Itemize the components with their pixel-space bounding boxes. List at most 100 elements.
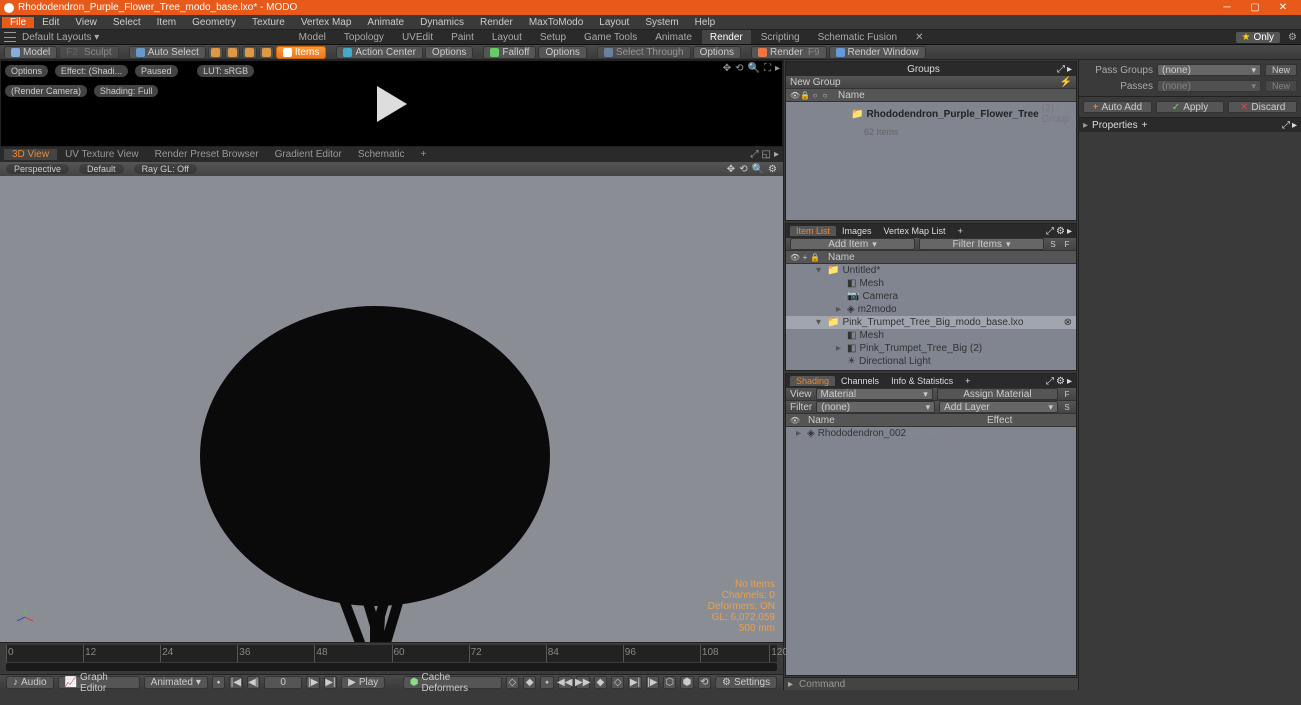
settings-button[interactable]: ⚙Settings — [715, 676, 777, 689]
discard-button[interactable]: ✕Discard — [1228, 101, 1297, 113]
panel-expand-icon[interactable]: ⤢ — [1282, 120, 1290, 131]
select-mode-3[interactable] — [242, 46, 257, 59]
grapheditor-button[interactable]: 📈Graph Editor — [58, 676, 140, 689]
model-button[interactable]: Model — [4, 46, 57, 59]
panel-expand-icon[interactable]: ⤢ — [1057, 64, 1065, 75]
frame-field[interactable]: 0 — [264, 676, 303, 689]
tab-scripting[interactable]: Scripting — [753, 30, 808, 44]
preview-lut[interactable]: LUT: sRGB — [197, 65, 254, 77]
menu-system[interactable]: System — [637, 17, 686, 28]
menu-layout[interactable]: Layout — [591, 17, 637, 28]
menu-item[interactable]: Item — [149, 17, 184, 28]
item-camera[interactable]: 📷Camera — [786, 290, 1076, 303]
menu-icon[interactable]: ▸ — [775, 63, 780, 74]
passes-dropdown[interactable]: (none) — [1157, 80, 1261, 92]
panel-close-icon[interactable]: ▸ — [1067, 226, 1072, 237]
options-button-2[interactable]: Options — [538, 46, 586, 59]
props-expand-icon[interactable]: ▸ — [1083, 120, 1088, 131]
tab-render[interactable]: Render — [702, 30, 751, 44]
apply-button[interactable]: ✓Apply — [1156, 101, 1225, 113]
item-mesh[interactable]: ◧Mesh — [786, 329, 1076, 342]
rotate-icon[interactable]: ⟲ — [735, 63, 743, 74]
gear-icon[interactable]: ⚙ — [1288, 32, 1297, 43]
search-s-icon[interactable]: S — [1062, 402, 1072, 412]
panel-expand-icon[interactable]: ⤢ — [1046, 376, 1054, 387]
options-button-1[interactable]: Options — [425, 46, 473, 59]
timeline-ruler[interactable]: 0 12 24 36 48 60 72 84 96 108 120 — [6, 645, 777, 662]
preview-camera[interactable]: (Render Camera) — [5, 85, 87, 97]
falloff-button[interactable]: Falloff — [483, 46, 536, 59]
item-m2modo[interactable]: ▸◈m2modo — [786, 303, 1076, 316]
close-view-icon[interactable]: ▸ — [774, 149, 779, 160]
vp-zoom-icon[interactable]: 🔍 — [752, 164, 764, 175]
item-pink-trumpet-tree-big-modo-base-lxo[interactable]: ▾📁Pink_Trumpet_Tree_Big_modo_base.lxo⊗ — [786, 316, 1076, 329]
viewport-default[interactable]: Default — [79, 164, 124, 174]
tab-paint[interactable]: Paint — [443, 30, 482, 44]
animated-dropdown[interactable]: Animated ▾ — [144, 676, 208, 689]
expand-icon[interactable]: ⛶ — [764, 63, 771, 74]
key-icon-6[interactable]: ◆ — [594, 676, 607, 689]
options-button-3[interactable]: Options — [693, 46, 741, 59]
passgroups-dropdown[interactable]: (none) — [1157, 64, 1261, 76]
preview-paused[interactable]: Paused — [135, 65, 178, 77]
vtab-schematic[interactable]: Schematic — [350, 149, 413, 160]
menu-geometry[interactable]: Geometry — [184, 17, 244, 28]
menu-select[interactable]: Select — [105, 17, 149, 28]
close-button[interactable]: ✕ — [1269, 0, 1297, 15]
autoadd-button[interactable]: +Auto Add — [1083, 101, 1152, 113]
goto-end-icon[interactable]: ▶| — [324, 676, 337, 689]
panel-expand-icon[interactable]: ⤢ — [1046, 226, 1054, 237]
panel-gear-icon[interactable]: ⚙ — [1056, 376, 1065, 387]
key-icon-4[interactable]: ◀◀ — [558, 676, 572, 689]
material-item[interactable]: ▸ ◈ Rhododendron_002 (Material) — [786, 427, 1076, 440]
filteritems-dropdown[interactable]: Filter Items — [919, 238, 1044, 250]
preview-effect[interactable]: Effect: (Shadi... — [55, 65, 128, 77]
axis-gizmo[interactable] — [15, 607, 35, 627]
vtab-3dview[interactable]: 3D View — [4, 149, 57, 160]
ptab-channels[interactable]: Channels — [835, 376, 885, 386]
viewport-raygl[interactable]: Ray GL: Off — [134, 164, 197, 174]
item-untitled-[interactable]: ▾📁Untitled* — [786, 264, 1076, 277]
renderwindow-button[interactable]: Render Window — [829, 46, 926, 59]
minimize-button[interactable]: ─ — [1213, 0, 1241, 15]
ptab-info[interactable]: Info & Statistics — [885, 376, 959, 386]
eye-icon[interactable]: 👁 — [790, 252, 800, 262]
eye-icon[interactable]: 👁 — [790, 90, 800, 100]
panel-close-icon[interactable]: ▸ — [1067, 64, 1072, 75]
key-icon-12[interactable]: ⟲ — [698, 676, 711, 689]
vtab-add[interactable]: + — [413, 149, 435, 160]
tab-setup[interactable]: Setup — [532, 30, 574, 44]
move-icon[interactable]: ✥ — [723, 63, 731, 74]
preview-shading[interactable]: Shading: Full — [94, 85, 159, 97]
key-icon-5[interactable]: ▶▶ — [576, 676, 590, 689]
key-icon-8[interactable]: ▶| — [628, 676, 641, 689]
vtab-renderpreset[interactable]: Render Preset Browser — [147, 149, 267, 160]
menu-help[interactable]: Help — [687, 17, 724, 28]
default-layouts-dropdown[interactable]: Default Layouts ▾ — [22, 32, 99, 43]
tab-gametools[interactable]: Game Tools — [576, 30, 645, 44]
filter-dropdown[interactable]: (none) — [816, 401, 935, 413]
key-icon-2[interactable]: ◆ — [523, 676, 536, 689]
next-frame-icon[interactable]: |▶ — [306, 676, 319, 689]
view-dropdown[interactable]: Material — [816, 388, 933, 400]
menu-render[interactable]: Render — [472, 17, 521, 28]
newgroup-button[interactable]: New Group — [790, 77, 841, 88]
passgroups-new-button[interactable]: New — [1265, 64, 1297, 76]
filter-f-icon[interactable]: F — [1062, 389, 1072, 399]
tab-schematicfusion[interactable]: Schematic Fusion — [810, 30, 905, 44]
actioncenter-button[interactable]: Action Center — [336, 46, 423, 59]
search-icon[interactable]: S — [1048, 239, 1058, 249]
key-icon-10[interactable]: ⬡ — [663, 676, 676, 689]
panel-close-icon[interactable]: ▸ — [1067, 376, 1072, 387]
passes-new-button[interactable]: New — [1265, 80, 1297, 92]
ptab-shading[interactable]: Shading — [790, 376, 835, 386]
key-icon-7[interactable]: ◇ — [611, 676, 624, 689]
preview-options[interactable]: Options — [5, 65, 48, 77]
circle-icon-1[interactable]: ○ — [810, 90, 820, 100]
menu-view[interactable]: View — [67, 17, 105, 28]
only-toggle[interactable]: ★Only — [1236, 32, 1281, 43]
play-preview-icon[interactable] — [377, 86, 407, 122]
zoom-icon[interactable]: 🔍 — [748, 63, 760, 74]
cachedeformers-button[interactable]: ⬢Cache Deformers — [403, 676, 502, 689]
vp-rotate-icon[interactable]: ⟲ — [739, 164, 747, 175]
